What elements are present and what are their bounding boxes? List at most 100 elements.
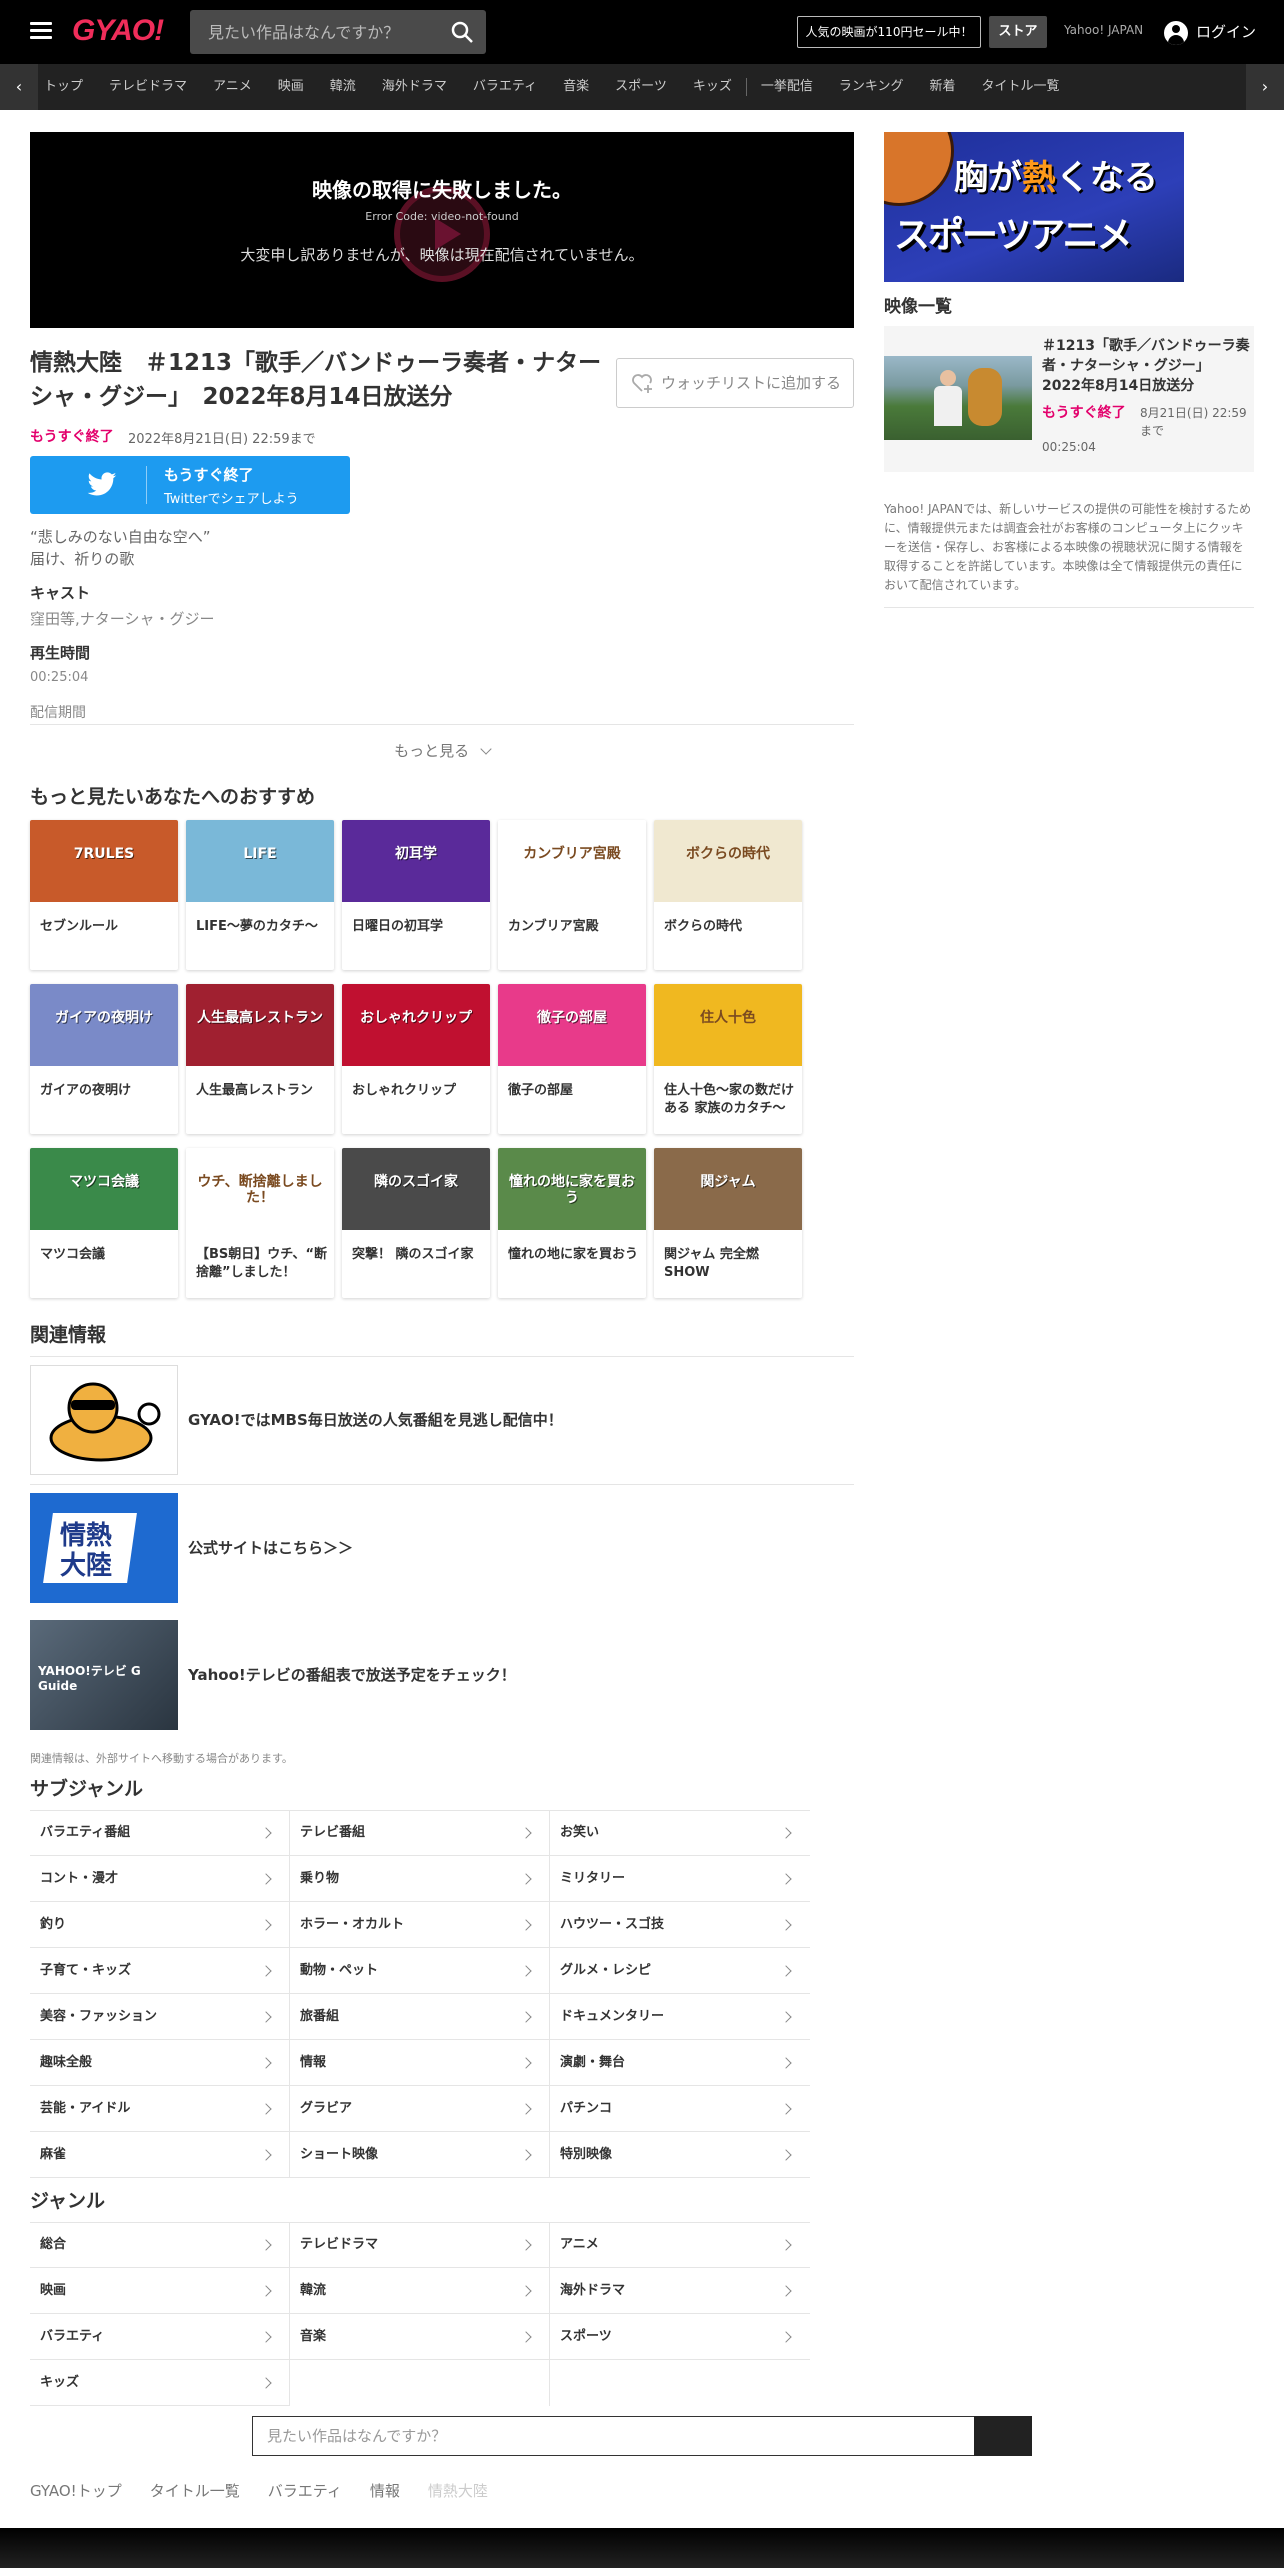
recommendation-card[interactable]: LIFE LIFE～夢のカタチ～: [186, 820, 334, 970]
nav-item[interactable]: 新着: [929, 64, 955, 110]
subgenre-item[interactable]: ホラー・オカルト: [290, 1902, 550, 1948]
nav-item[interactable]: バラエティ: [473, 64, 537, 110]
nav-item[interactable]: トップ: [44, 64, 83, 110]
subgenre-item[interactable]: テレビ番組: [290, 1810, 550, 1856]
subgenre-item[interactable]: 釣り: [30, 1902, 290, 1948]
subgenre-item[interactable]: 特別映像: [550, 2132, 810, 2178]
subgenre-item[interactable]: 麻雀: [30, 2132, 290, 2178]
nav-item[interactable]: キッズ: [693, 64, 732, 110]
recommendation-card[interactable]: マツコ会議 マツコ会議: [30, 1148, 178, 1298]
footer-bar: [0, 2528, 1284, 2568]
subgenre-item[interactable]: ハウツー・スゴ技: [550, 1902, 810, 1948]
recommendation-card[interactable]: 徹子の部屋 徹子の部屋: [498, 984, 646, 1134]
yahoo-japan-link[interactable]: Yahoo! JAPAN: [1064, 23, 1143, 37]
recommendation-card[interactable]: ウチ、断捨離しました！ 【BS朝日】ウチ、“断捨離”しました！: [186, 1148, 334, 1298]
genre-label: テレビドラマ: [300, 2237, 379, 2252]
menu-icon[interactable]: [30, 22, 52, 40]
breadcrumb-item[interactable]: バラエティ: [268, 2482, 342, 2500]
subgenre-item[interactable]: 趣味全般: [30, 2040, 290, 2086]
genre-item[interactable]: バラエティ: [30, 2314, 290, 2360]
subgenre-label: グルメ・レシピ: [560, 1963, 652, 1978]
subgenre-item[interactable]: 旅番組: [290, 1994, 550, 2040]
genre-item[interactable]: キッズ: [30, 2360, 290, 2406]
nav-item[interactable]: ランキング: [839, 64, 904, 110]
recommendation-card[interactable]: 隣のスゴイ家 突撃！ 隣のスゴイ家: [342, 1148, 490, 1298]
subgenre-item[interactable]: コント・漫才: [30, 1856, 290, 1902]
search-icon[interactable]: [450, 20, 474, 44]
recommendation-card[interactable]: ボクらの時代 ボクらの時代: [654, 820, 802, 970]
subgenre-item[interactable]: 乗り物: [290, 1856, 550, 1902]
sports-anime-banner[interactable]: 胸が熱くなる スポーツアニメ: [884, 132, 1184, 282]
genre-item[interactable]: 音楽: [290, 2314, 550, 2360]
recommendation-thumb: LIFE: [186, 820, 334, 902]
description-line: “悲しみのない自由な空へ”: [30, 528, 211, 546]
recommendation-card[interactable]: 憧れの地に家を買おう 憧れの地に家を買おう: [498, 1148, 646, 1298]
subgenre-item[interactable]: 芸能・アイドル: [30, 2086, 290, 2132]
subgenre-item[interactable]: パチンコ: [550, 2086, 810, 2132]
nav-item[interactable]: スポーツ: [615, 64, 667, 110]
recommendation-card[interactable]: 人生最高レストラン 人生最高レストラン: [186, 984, 334, 1134]
genre-item[interactable]: スポーツ: [550, 2314, 810, 2360]
subgenre-item[interactable]: 子育て・キッズ: [30, 1948, 290, 1994]
chevron-right-icon: [520, 2149, 532, 2161]
subgenre-item[interactable]: お笑い: [550, 1810, 810, 1856]
subgenre-item[interactable]: グラビア: [290, 2086, 550, 2132]
subgenre-item[interactable]: 情報: [290, 2040, 550, 2086]
video-player[interactable]: 映像の取得に失敗しました。 Error Code: video-not-foun…: [30, 132, 854, 328]
breadcrumb-item[interactable]: タイトル一覧: [150, 2482, 240, 2500]
thumb-title-text: 徹子の部屋: [537, 1010, 607, 1026]
subgenre-label: ドキュメンタリー: [560, 2009, 665, 2024]
recommendation-card[interactable]: ガイアの夜明け ガイアの夜明け: [30, 984, 178, 1134]
nav-item[interactable]: アニメ: [213, 64, 252, 110]
footer-search-input[interactable]: [252, 2416, 976, 2456]
nav-item[interactable]: 映画: [278, 64, 304, 110]
store-button[interactable]: ストア: [989, 16, 1047, 48]
subgenre-item[interactable]: 演劇・舞台: [550, 2040, 810, 2086]
genre-item[interactable]: 総合: [30, 2222, 290, 2268]
nav-item[interactable]: 一挙配信: [761, 64, 813, 110]
search-input[interactable]: [190, 10, 440, 54]
player-error-title: 映像の取得に失敗しました。: [312, 178, 572, 202]
show-more-button[interactable]: もっと見る: [30, 724, 854, 760]
related-item[interactable]: YAHOO!テレビ G Guide Yahoo!テレビの番組表で放送予定をチェッ…: [30, 1612, 854, 1740]
nav-item[interactable]: タイトル一覧: [982, 64, 1060, 110]
genre-item[interactable]: 海外ドラマ: [550, 2268, 810, 2314]
recommendation-card[interactable]: 7RULES セブンルール: [30, 820, 178, 970]
subgenre-item[interactable]: ミリタリー: [550, 1856, 810, 1902]
footer-search-button[interactable]: [974, 2416, 1032, 2456]
subgenre-item[interactable]: 動物・ペット: [290, 1948, 550, 1994]
nav-item[interactable]: 韓流: [330, 64, 356, 110]
nav-item[interactable]: 音楽: [563, 64, 589, 110]
recommendation-card[interactable]: 初耳学 日曜日の初耳学: [342, 820, 490, 970]
related-item[interactable]: GYAO!ではMBS毎日放送の人気番組を見逃し配信中！: [30, 1356, 854, 1484]
related-thumb: YAHOO!テレビ G Guide: [30, 1620, 178, 1730]
nav-item[interactable]: 海外ドラマ: [382, 64, 447, 110]
recommendation-card[interactable]: 住人十色 住人十色～家の数だけある 家族のカタチ～: [654, 984, 802, 1134]
sale-link[interactable]: 人気の映画が110円セール中！: [797, 16, 981, 48]
genre-item[interactable]: テレビドラマ: [290, 2222, 550, 2268]
gyao-logo[interactable]: GYAO!: [72, 14, 164, 48]
chevron-right-icon[interactable]: ›: [1246, 64, 1284, 110]
nav-item[interactable]: テレビドラマ: [109, 64, 187, 110]
related-text: Yahoo!テレビの番組表で放送予定をチェック！: [188, 1666, 516, 1684]
twitter-share-button[interactable]: もうすぐ終了 Twitterでシェアしよう: [30, 456, 350, 514]
breadcrumb-item[interactable]: GYAO!トップ: [30, 2482, 122, 2500]
subgenre-item[interactable]: 美容・ファッション: [30, 1994, 290, 2040]
genre-item[interactable]: 韓流: [290, 2268, 550, 2314]
header-search: [190, 10, 486, 54]
subgenre-item[interactable]: バラエティ番組: [30, 1810, 290, 1856]
watchlist-button[interactable]: ウォッチリストに追加する: [616, 358, 854, 408]
genre-item[interactable]: 映画: [30, 2268, 290, 2314]
login-button[interactable]: ログイン: [1164, 18, 1256, 46]
recommendation-card[interactable]: カンブリア宮殿 カンブリア宮殿: [498, 820, 646, 970]
subgenre-item[interactable]: ショート映像: [290, 2132, 550, 2178]
breadcrumb-item[interactable]: 情報: [370, 2482, 400, 2500]
recommendation-card[interactable]: おしゃれクリップ おしゃれクリップ: [342, 984, 490, 1134]
chevron-left-icon[interactable]: ‹: [0, 64, 38, 110]
video-list-item[interactable]: ＃1213「歌手／バンドゥーラ奏者・ナターシャ・グジー」 2022年8月14日放…: [884, 326, 1254, 472]
genre-item[interactable]: アニメ: [550, 2222, 810, 2268]
subgenre-item[interactable]: グルメ・レシピ: [550, 1948, 810, 1994]
recommendation-card[interactable]: 関ジャム 関ジャム 完全燃SHOW: [654, 1148, 802, 1298]
related-item[interactable]: 情熱大陸 公式サイトはこちら＞＞: [30, 1484, 854, 1612]
subgenre-item[interactable]: ドキュメンタリー: [550, 1994, 810, 2040]
